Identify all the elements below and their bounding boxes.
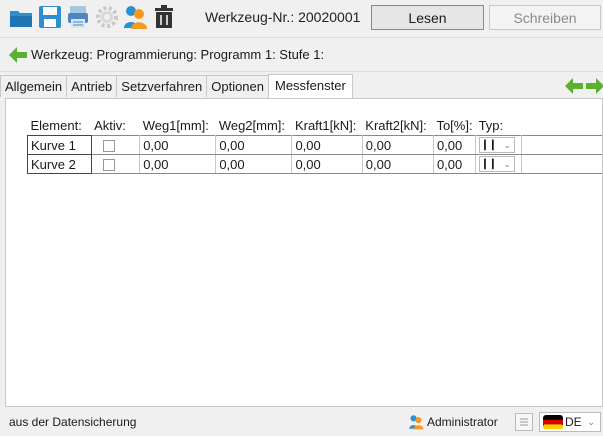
tab-bar: Allgemein Antrieb Setzverfahren Optionen… [0, 74, 353, 98]
breadcrumb-path: Werkzeug: Programmierung: Programm 1: St… [31, 47, 325, 62]
kraft1-cell[interactable]: 0,00 [291, 135, 363, 155]
aktiv-checkbox[interactable] [102, 140, 115, 153]
bars-icon: ▎▎ [484, 139, 500, 150]
prev-arrow-icon[interactable] [564, 76, 584, 96]
row-spacer [521, 154, 602, 174]
kraft2-cell[interactable]: 0,00 [362, 135, 434, 155]
chevron-down-icon: ⌄ [503, 140, 511, 150]
flag-icon [543, 415, 563, 429]
aktiv-cell[interactable] [91, 154, 141, 174]
weg1-cell[interactable]: 0,00 [139, 154, 217, 174]
header-spacer [522, 115, 602, 136]
tool-number-title: Werkzeug-Nr.: 20020001 [205, 9, 361, 25]
tab-antrieb[interactable]: Antrieb [66, 75, 118, 97]
print-icon[interactable] [65, 4, 91, 30]
settings-icon[interactable] [94, 4, 120, 30]
chevron-down-icon: ⌄ [587, 416, 595, 427]
messfenster-panel: Element: Aktiv: Weg1[mm]: Weg2[mm]: Kraf… [5, 98, 603, 407]
kraft2-cell[interactable]: 0,00 [362, 154, 434, 174]
user-icon[interactable] [122, 4, 148, 30]
back-arrow-icon[interactable] [8, 45, 28, 65]
language-label: DE [565, 415, 582, 429]
header-typ: Typ: [478, 117, 504, 133]
header-aktiv: Aktiv: [94, 117, 126, 133]
measurement-window-table: Element: Aktiv: Weg1[mm]: Weg2[mm]: Kraf… [27, 115, 602, 174]
bars-icon: ▎▎ [484, 158, 500, 169]
table-row[interactable]: Kurve 1 0,00 0,00 0,00 0,00 0,00 ▎▎ ⌄ [27, 135, 602, 155]
tab-messfenster[interactable]: Messfenster [268, 74, 353, 98]
breadcrumb: Werkzeug: Programmierung: Programm 1: St… [0, 37, 603, 72]
tab-setzverfahren[interactable]: Setzverfahren [116, 75, 208, 97]
header-weg1: Weg1[mm]: [142, 117, 209, 133]
header-to: To[%]: [436, 117, 473, 133]
typ-dropdown[interactable]: ▎▎ ⌄ [479, 137, 516, 154]
aktiv-checkbox[interactable] [102, 159, 115, 172]
save-icon[interactable] [37, 4, 63, 30]
next-arrow-icon[interactable] [585, 76, 603, 96]
status-bar: aus der Datensicherung Administrator DE … [0, 407, 603, 436]
typ-cell[interactable]: ▎▎ ⌄ [475, 135, 523, 155]
user-name: Administrator [427, 415, 498, 429]
weg2-cell[interactable]: 0,00 [215, 135, 293, 155]
status-message: aus der Datensicherung [9, 415, 137, 429]
toolbar: Werkzeug-Nr.: 20020001 Lesen Schreiben [0, 0, 603, 36]
typ-cell[interactable]: ▎▎ ⌄ [475, 154, 523, 174]
read-button[interactable]: Lesen [371, 5, 484, 30]
header-element: Element: [30, 117, 82, 133]
table-row[interactable]: Kurve 2 0,00 0,00 0,00 0,00 0,00 ▎▎ ⌄ [27, 154, 602, 174]
user-icon [409, 415, 424, 430]
typ-dropdown[interactable]: ▎▎ ⌄ [479, 156, 516, 173]
aktiv-cell[interactable] [91, 135, 141, 155]
delete-icon[interactable] [151, 4, 177, 30]
language-select[interactable]: DE ⌄ [539, 412, 601, 432]
document-icon[interactable] [515, 413, 533, 431]
to-cell[interactable]: 0,00 [433, 135, 477, 155]
header-kraft1: Kraft1[kN]: [294, 117, 357, 133]
current-user: Administrator [408, 414, 498, 430]
header-kraft2: Kraft2[kN]: [365, 117, 427, 133]
weg2-cell[interactable]: 0,00 [215, 154, 293, 174]
kraft1-cell[interactable]: 0,00 [291, 154, 363, 174]
element-cell[interactable]: Kurve 1 [27, 135, 92, 155]
element-cell[interactable]: Kurve 2 [27, 154, 92, 174]
table-header: Element: Aktiv: Weg1[mm]: Weg2[mm]: Kraf… [27, 115, 602, 136]
tab-allgemein[interactable]: Allgemein [0, 75, 68, 97]
write-button[interactable]: Schreiben [489, 5, 601, 30]
weg1-cell[interactable]: 0,00 [139, 135, 217, 155]
to-cell[interactable]: 0,00 [433, 154, 477, 174]
header-weg2: Weg2[mm]: [218, 117, 286, 133]
row-spacer [521, 135, 602, 155]
folder-open-icon[interactable] [8, 4, 34, 30]
chevron-down-icon: ⌄ [503, 159, 511, 169]
tab-optionen[interactable]: Optionen [206, 75, 269, 97]
